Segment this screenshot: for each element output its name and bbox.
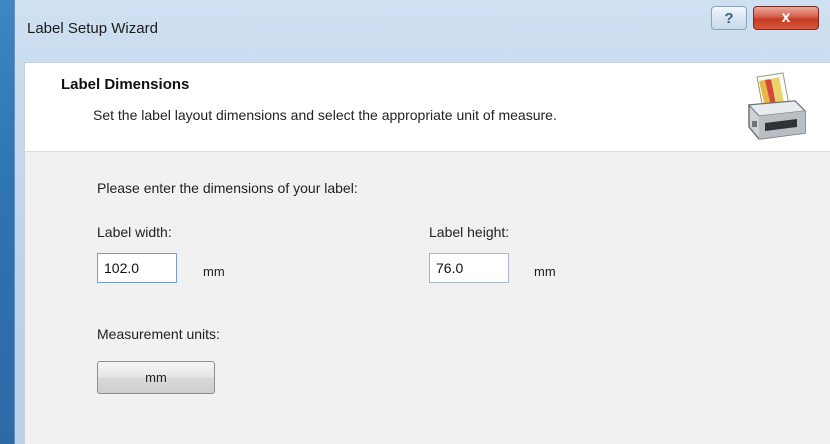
desktop-background xyxy=(0,0,14,444)
wizard-client-area: Label Dimensions Set the label layout di… xyxy=(24,62,830,444)
window-title: Label Setup Wizard xyxy=(27,20,158,37)
label-width-unit: mm xyxy=(203,264,225,279)
label-width-caption: Label width: xyxy=(97,224,172,240)
close-button[interactable]: x xyxy=(753,6,819,30)
close-icon: x xyxy=(781,9,791,26)
measurement-units-button[interactable]: mm xyxy=(97,361,215,394)
dimensions-prompt: Please enter the dimensions of your labe… xyxy=(97,180,358,196)
help-icon: ? xyxy=(724,9,734,27)
wizard-window: Label Setup Wizard ? x Label Dimensions … xyxy=(14,0,830,444)
label-width-input[interactable] xyxy=(97,253,177,283)
label-height-caption: Label height: xyxy=(429,224,510,240)
label-height-unit: mm xyxy=(534,264,556,279)
title-bar[interactable]: Label Setup Wizard ? x xyxy=(15,0,830,62)
wizard-header: Label Dimensions Set the label layout di… xyxy=(25,63,830,152)
measurement-units-caption: Measurement units: xyxy=(97,326,220,342)
label-height-input[interactable] xyxy=(429,253,509,283)
help-button[interactable]: ? xyxy=(711,6,747,30)
page-subtitle: Set the label layout dimensions and sele… xyxy=(93,107,557,123)
page-title: Label Dimensions xyxy=(61,76,190,93)
printer-icon xyxy=(747,72,807,140)
